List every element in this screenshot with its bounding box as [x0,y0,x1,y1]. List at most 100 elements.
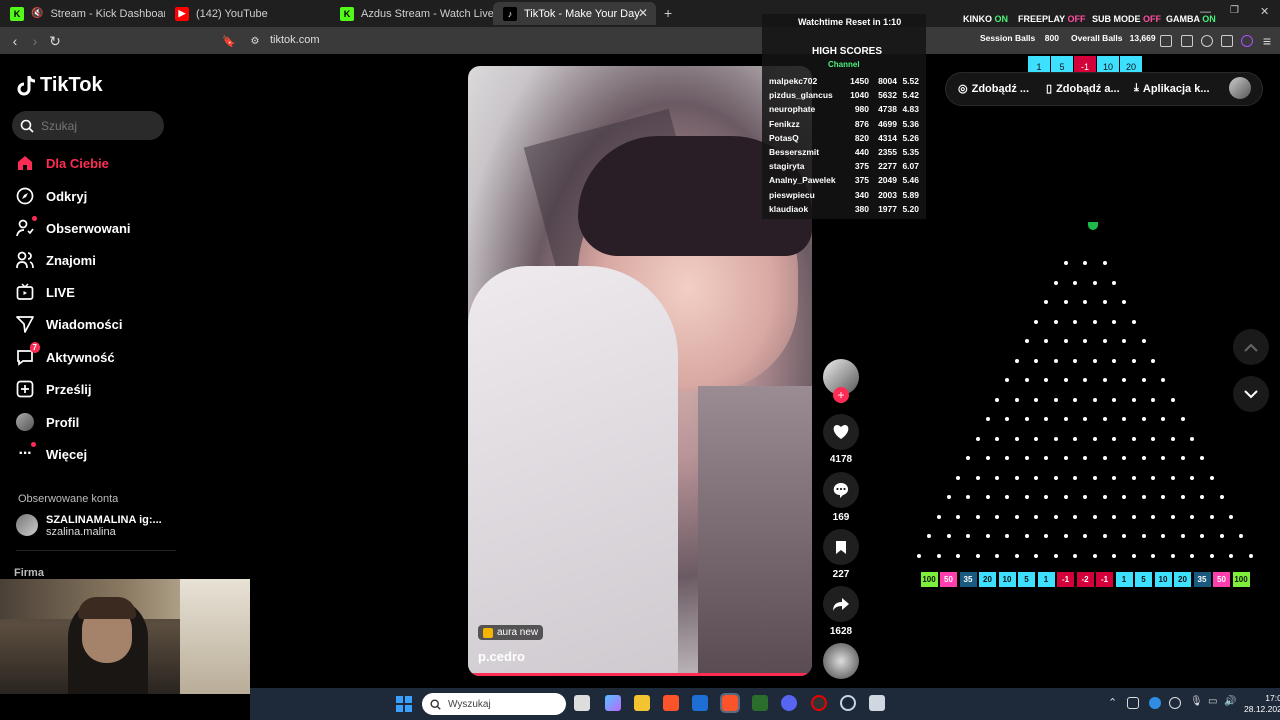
tab-kick-dashboard[interactable]: K 🔇 Stream - Kick Dashboard [0,2,165,25]
sidebar-item-wiadomosci[interactable]: Wiadomości [16,312,122,336]
sidebar-item-odkryj[interactable]: Odkryj [16,184,87,208]
like-button[interactable] [823,414,859,450]
follow-plus-button[interactable]: + [833,387,849,403]
forward-button[interactable]: › [26,32,44,50]
extension-icon[interactable] [1160,35,1172,47]
brave-icon[interactable] [663,695,679,711]
plinko-peg [1102,534,1107,538]
sidebar-item-znajomi[interactable]: Znajomi [16,248,96,272]
volume-icon[interactable]: 🔊 [1224,696,1236,707]
extension-icon[interactable] [1201,35,1213,47]
tab-tiktok[interactable]: ♪ TikTok - Make Your Day ✕ [493,2,656,25]
plinko-peg [1200,456,1204,460]
search-icon [430,698,441,710]
save-button[interactable] [823,529,859,565]
new-tab-button[interactable]: + [664,5,672,21]
sidebar-item-wiecej[interactable]: ··· Więcej [16,442,87,466]
sidebar-item-obserwowani[interactable]: Obserwowani [16,216,131,240]
windows-start-icon[interactable] [396,696,412,712]
video-player[interactable]: aura new p.cedro [468,66,812,676]
score-cell: 5.46 [902,175,919,186]
plinko-peg [1190,553,1195,558]
window-close-button[interactable]: ✕ [1260,5,1269,18]
plinko-peg [1014,514,1019,519]
get-app-button[interactable]: ▯ Zdobądź a... [1046,82,1120,96]
site-info-icon[interactable]: ⚙ [246,32,264,50]
back-button[interactable]: ‹ [6,32,24,50]
chevron-up-icon[interactable]: ⌃ [1108,696,1117,709]
file-explorer-icon[interactable] [634,695,650,711]
sound-badge[interactable]: aura new [478,625,544,640]
sidebar-item-label: Odkryj [46,188,88,204]
score-cell: klaudiaok [769,203,809,214]
followed-account[interactable]: SZALINAMALINA ig:... szalina.malina [16,514,162,538]
bookmark-icon[interactable]: 🔖 [220,32,238,50]
tray-app-icon[interactable] [1169,697,1181,709]
notification-dot [31,442,36,447]
plinko-peg [1180,417,1185,421]
task-view-icon[interactable] [574,695,590,711]
search-input[interactable] [41,118,151,133]
sidebar-item-profil[interactable]: Profil [16,410,79,434]
share-icon [833,597,849,611]
video-progress-bar[interactable] [468,673,812,676]
cloud-icon[interactable] [1149,697,1161,709]
taskbar-search[interactable]: Wyszukaj [422,693,566,715]
app-icon[interactable] [752,695,768,711]
plinko-slot: 100 [920,572,938,587]
plinko-peg [1112,397,1117,402]
discord-icon[interactable] [781,695,797,711]
plinko-slot: -1 [1096,572,1113,587]
plinko-peg [1053,397,1058,402]
menu-icon[interactable]: ≡ [1258,32,1276,50]
system-clock[interactable]: 17:05 28.12.2025 [1244,693,1280,715]
account-handle: szalina.malina [46,526,116,538]
url-field[interactable]: tiktok.com [270,34,320,46]
obs-icon[interactable] [811,695,827,711]
sidebar-item-dla-ciebie[interactable]: Dla Ciebie [16,151,109,175]
close-icon[interactable]: ✕ [638,6,648,20]
reload-button[interactable]: ↻ [46,32,64,50]
pill-label: Zdobądź ... [971,82,1030,95]
account-name: SZALINAMALINA ig:... [46,514,162,526]
restore-button[interactable]: ❐ [1230,5,1239,16]
store-icon[interactable] [692,695,708,711]
tab-azdus-stream[interactable]: K Azdus Stream - Watch Live on Kick [330,2,493,25]
plinko-peg [1083,300,1087,304]
plinko-peg [966,456,970,460]
get-coins-button[interactable]: ◎ Zdobądź ... [958,82,1030,96]
score-cell: 5.52 [902,76,919,86]
microphone-icon[interactable]: 🎙 [1190,696,1203,707]
search-box[interactable] [12,111,164,140]
tiktok-logo[interactable]: TikTok [16,74,103,97]
plinko-peg [1014,397,1019,402]
plinko-peg [1239,534,1243,538]
tab-youtube[interactable]: ▶ (142) YouTube [165,2,330,25]
sidebar-item-aktywnosc[interactable]: 7 Aktywność [16,342,115,369]
tray-app-icon[interactable] [1127,697,1139,709]
vpn-icon[interactable] [1241,35,1253,47]
video-username[interactable]: p.cedro [478,649,525,664]
copilot-icon[interactable] [605,695,621,711]
user-avatar[interactable] [1229,77,1251,99]
plinko-peg [1219,495,1224,499]
plinko-peg [1005,417,1009,421]
firma-link[interactable]: Firma [14,567,44,579]
sidebar-item-przeslij[interactable]: Prześlij [16,377,92,401]
plinko-peg [1034,397,1039,402]
share-button[interactable] [823,586,859,622]
desktop-app-button[interactable]: ⤓ Aplikacja k... [1134,82,1210,95]
steam-icon[interactable] [840,695,856,711]
high-score-row: stagiryta 375 2277 6.07 [769,161,919,171]
home-icon [16,154,34,172]
brave-active-icon[interactable] [720,693,740,713]
comment-button[interactable] [823,472,859,508]
notepad-icon[interactable] [869,695,885,711]
plinko-peg [1083,417,1087,421]
extension-icon[interactable] [1181,35,1193,47]
shield-icon[interactable] [1221,35,1233,47]
sidebar-item-live[interactable]: LIVE [16,280,75,304]
network-icon[interactable]: ▭ [1208,696,1217,707]
plinko-peg [1122,378,1126,382]
music-disc-icon[interactable] [823,643,859,679]
